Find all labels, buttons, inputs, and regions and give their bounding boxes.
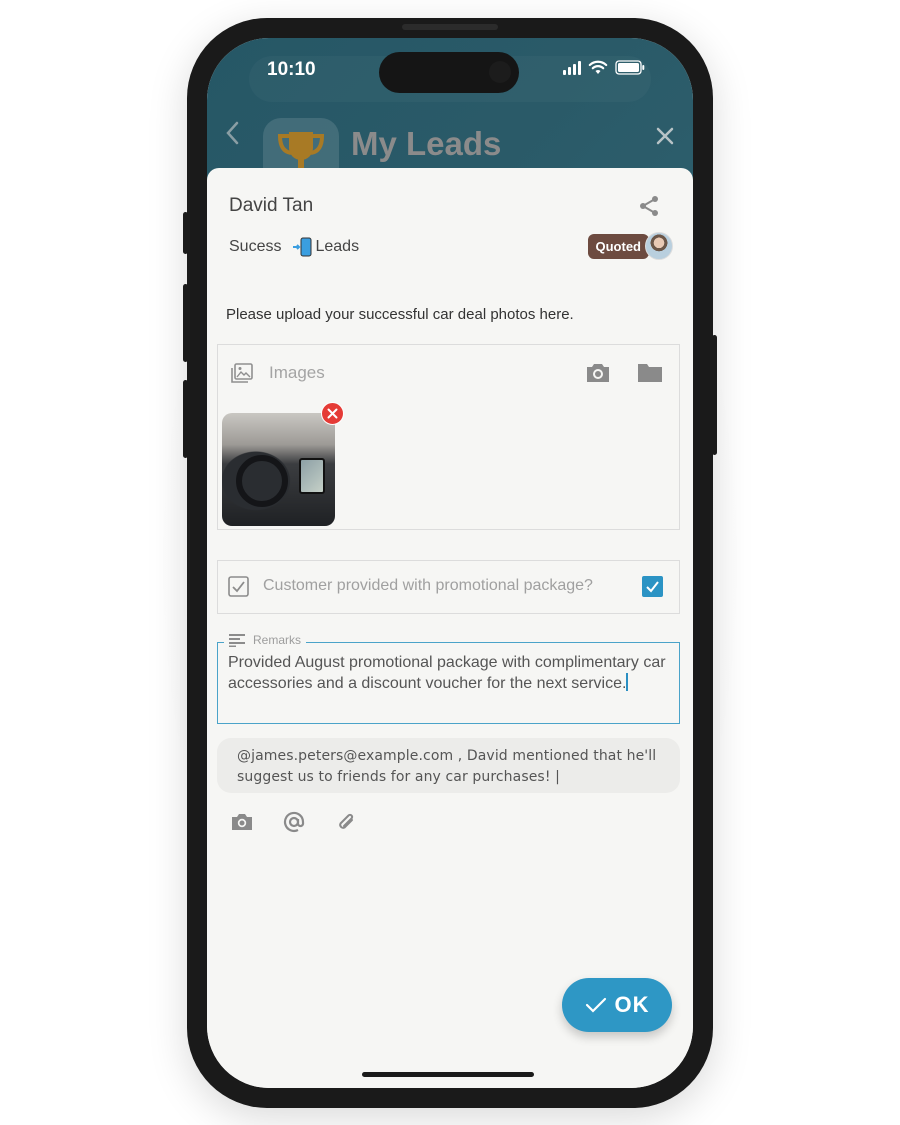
lead-stage: Sucess [229,238,282,255]
lead-name: David Tan [229,195,314,216]
mention-icon[interactable] [283,811,305,833]
close-icon [327,408,338,419]
text-cursor [626,673,629,691]
remarks-input[interactable]: Provided August promotional package with… [228,653,667,694]
folder-icon[interactable] [637,361,663,383]
check-icon [585,997,606,1013]
camera-icon[interactable] [231,811,253,833]
speaker-grille [402,24,498,30]
remarks-legend: Remarks [224,633,307,647]
text-lines-icon [229,634,245,647]
ok-button[interactable]: OK [562,978,672,1032]
dynamic-island [379,52,519,93]
lead-pipeline: Leads [315,238,360,255]
status-badge-group: Quoted [587,232,673,260]
remarks-label: Remarks [253,633,302,647]
close-icon[interactable] [655,126,675,146]
power-button [712,335,717,455]
image-gallery-icon [231,363,253,383]
camera-icon[interactable] [585,361,611,385]
share-icon[interactable] [637,194,661,218]
remarks-value: Provided August promotional package with… [228,654,666,692]
checkbox-outline-icon [228,576,249,597]
action-button [183,212,188,254]
lead-stage-row: Sucess Leads [229,237,359,257]
lead-detail-sheet: David Tan Sucess Leads Quoted Please upl… [207,168,693,1088]
front-camera [489,61,511,83]
steering-wheel [236,455,288,507]
home-indicator[interactable] [362,1072,534,1077]
volume-down-button [183,380,188,458]
promo-package-checkbox[interactable] [642,576,663,597]
images-field: Images [217,344,680,530]
promo-package-label: Customer provided with promotional packa… [263,577,593,594]
avatar[interactable] [645,232,673,260]
comment-toolbar [231,811,357,833]
paperclip-icon[interactable] [335,811,357,833]
remove-image-button[interactable] [321,402,344,425]
page-title: My Leads [351,125,502,162]
chevron-left-icon[interactable] [223,120,243,146]
promo-package-field: Customer provided with promotional packa… [217,560,680,614]
comment-input[interactable]: @james.peters@example.com , David mentio… [217,738,680,793]
comment-value: @james.peters@example.com , David mentio… [237,748,657,785]
remarks-field[interactable]: Remarks Provided August promotional pack… [217,633,680,724]
status-time: 10:10 [267,59,316,80]
screen: 10:10 My Leads David Tan Sucess Leads Qu… [207,38,693,1088]
wifi-icon [588,60,608,74]
mobile-arrow-icon [293,237,312,257]
signal-icon [563,60,581,75]
dashboard-screen [299,458,325,494]
battery-icon [615,60,645,75]
status-badge: Quoted [587,233,649,259]
volume-up-button [183,284,188,362]
check-icon [646,581,659,593]
ok-label: OK [614,992,650,1017]
uploaded-image-thumbnail[interactable] [222,413,335,526]
status-icons [563,60,645,75]
images-label: Images [269,363,325,382]
upload-instruction: Please upload your successful car deal p… [226,306,574,323]
